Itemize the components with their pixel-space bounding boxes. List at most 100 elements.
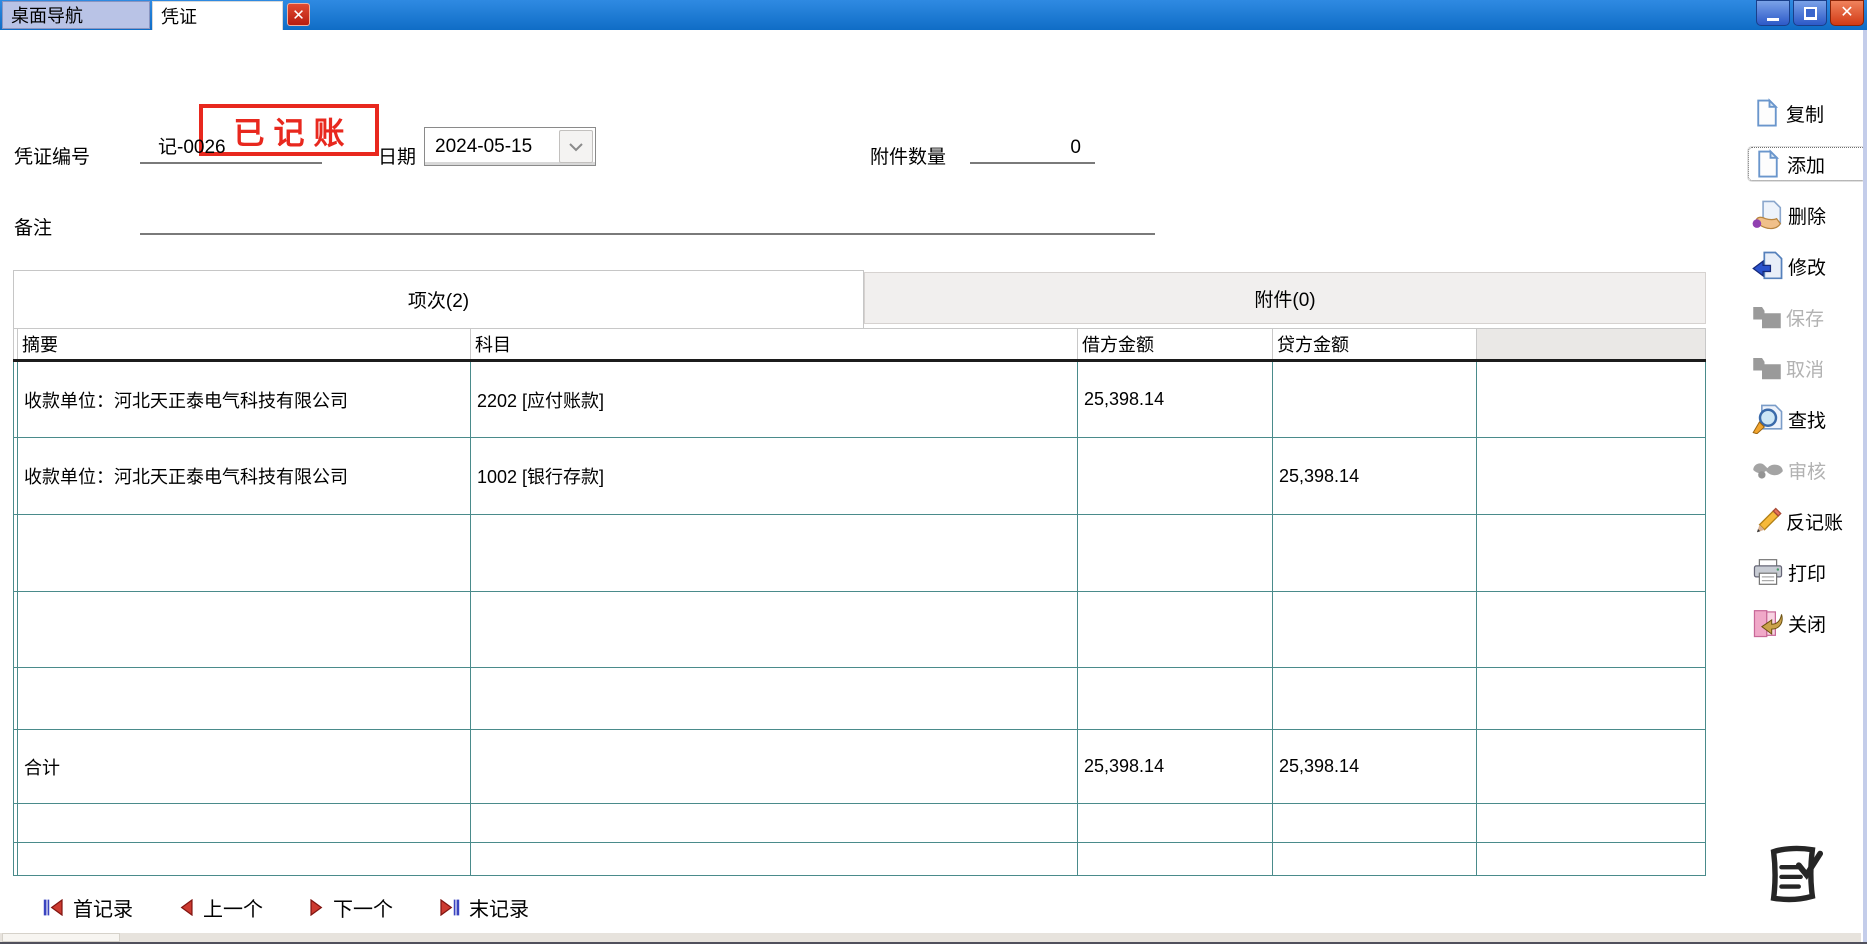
- audit-label: 审核: [1788, 457, 1826, 484]
- cell-credit[interactable]: [1273, 361, 1477, 438]
- save-folder-icon: [1752, 303, 1782, 331]
- cell-debit[interactable]: [1078, 438, 1273, 515]
- find-label: 查找: [1788, 406, 1826, 433]
- unpost-button[interactable]: 反记账: [1748, 504, 1866, 538]
- cell-debit[interactable]: 25,398.14: [1078, 361, 1273, 438]
- cell-account[interactable]: 2202 [应付账款]: [471, 361, 1078, 438]
- table-row: 收款单位：河北天正泰电气科技有限公司 1002 [银行存款] 25,398.14: [14, 438, 1706, 515]
- voucher-check-icon: [1762, 838, 1824, 913]
- table-row: [14, 515, 1706, 592]
- restore-button[interactable]: [1793, 0, 1827, 26]
- previous-record-label: 上一个: [203, 893, 263, 922]
- minimize-button[interactable]: [1756, 0, 1790, 26]
- restore-icon: [1804, 8, 1817, 19]
- voucher-no-value: 记-0026: [158, 132, 226, 159]
- titlebar: 桌面导航 凭证 ✕ ✕: [0, 0, 1867, 30]
- delete-hand-icon: [1752, 200, 1784, 230]
- delete-label: 删除: [1788, 202, 1826, 229]
- attachment-count-label: 附件数量: [870, 142, 946, 169]
- cell-summary[interactable]: 收款单位：河北天正泰电气科技有限公司: [18, 438, 471, 515]
- save-button: 保存: [1748, 300, 1866, 334]
- chevron-down-icon: [568, 142, 584, 152]
- header-debit: 借方金额: [1078, 329, 1273, 361]
- last-record-label: 末记录: [469, 893, 529, 922]
- first-record-button[interactable]: 首记录: [43, 893, 133, 922]
- total-debit: 25,398.14: [1078, 730, 1273, 804]
- tab-items[interactable]: 项次(2): [13, 270, 864, 328]
- cell-credit[interactable]: 25,398.14: [1273, 438, 1477, 515]
- save-label: 保存: [1786, 304, 1824, 331]
- total-label: 合计: [18, 730, 471, 804]
- date-combobox[interactable]: 2024-05-15: [424, 127, 596, 166]
- action-toolbar: 复制 添加 删除 修改: [1748, 96, 1866, 640]
- window-right-border: [1863, 30, 1867, 944]
- copy-label: 复制: [1786, 100, 1824, 127]
- delete-button[interactable]: 删除: [1748, 198, 1866, 232]
- minimize-icon: [1767, 18, 1779, 21]
- date-value: 2024-05-15: [425, 136, 559, 158]
- header-summary: 摘要: [18, 329, 471, 361]
- copy-button[interactable]: 复制: [1748, 96, 1866, 130]
- close-window-icon: ✕: [1840, 5, 1853, 21]
- tab-attachments[interactable]: 附件(0): [864, 272, 1706, 324]
- table-row: 收款单位：河北天正泰电气科技有限公司 2202 [应付账款] 25,398.14: [14, 361, 1706, 438]
- close-door-icon: [1752, 608, 1784, 638]
- previous-record-button[interactable]: 上一个: [179, 893, 263, 922]
- cell-summary[interactable]: 收款单位：河北天正泰电气科技有限公司: [18, 361, 471, 438]
- modify-button[interactable]: 修改: [1748, 249, 1866, 283]
- add-label: 添加: [1787, 151, 1825, 178]
- last-record-button[interactable]: 末记录: [439, 893, 529, 922]
- attachment-count-field[interactable]: 0: [970, 132, 1095, 164]
- remark-field[interactable]: [140, 203, 1155, 235]
- modify-arrow-icon: [1752, 251, 1784, 281]
- audit-hands-icon: [1752, 458, 1784, 482]
- modify-label: 修改: [1788, 253, 1826, 280]
- tab-desktop-nav[interactable]: 桌面导航: [2, 1, 150, 29]
- first-record-icon: [43, 899, 64, 916]
- find-button[interactable]: 查找: [1748, 402, 1866, 436]
- voucher-form: 已记账 凭证编号 记-0026 日期 2024-05-15 附件数量 0 备注: [0, 30, 1867, 944]
- print-icon: [1752, 558, 1784, 586]
- cancel-button: 取消: [1748, 351, 1866, 385]
- total-credit: 25,398.14: [1273, 730, 1477, 804]
- table-row: [14, 668, 1706, 730]
- add-document-icon: [1753, 149, 1783, 179]
- tab-attachments-label: 附件(0): [1254, 285, 1315, 312]
- previous-record-icon: [179, 899, 194, 916]
- voucher-no-field[interactable]: 记-0026: [140, 132, 322, 164]
- record-navigation: 首记录 上一个 下一个 末记录: [43, 893, 529, 922]
- add-button[interactable]: 添加: [1748, 147, 1866, 181]
- scrollbar-thumb[interactable]: [2, 933, 120, 942]
- last-record-icon: [439, 899, 460, 916]
- total-row: 合计 25,398.14 25,398.14: [14, 730, 1706, 804]
- window-controls: ✕: [1756, 0, 1864, 26]
- close-icon: ✕: [292, 6, 305, 24]
- entries-table: 摘要 科目 借方金额 贷方金额 收款单位：河北天正泰电气科技有限公司 2202 …: [13, 328, 1706, 876]
- header-credit: 贷方金额: [1273, 329, 1477, 361]
- first-record-label: 首记录: [73, 893, 133, 922]
- date-dropdown-button[interactable]: [559, 130, 593, 163]
- empty-row: [14, 843, 1706, 876]
- close-window-button[interactable]: ✕: [1830, 0, 1864, 26]
- header-account: 科目: [471, 329, 1078, 361]
- attachment-count-value: 0: [1070, 137, 1081, 159]
- cell-account[interactable]: 1002 [银行存款]: [471, 438, 1078, 515]
- print-label: 打印: [1788, 559, 1826, 586]
- tab-desktop-nav-label: 桌面导航: [11, 2, 83, 28]
- cancel-folder-icon: [1752, 354, 1782, 382]
- voucher-no-label: 凭证编号: [14, 142, 90, 169]
- date-label: 日期: [378, 142, 416, 169]
- tab-close-button[interactable]: ✕: [287, 3, 310, 26]
- remark-label: 备注: [14, 213, 52, 240]
- close-form-button[interactable]: 关闭: [1748, 606, 1866, 640]
- close-form-label: 关闭: [1788, 610, 1826, 637]
- tab-voucher-label: 凭证: [161, 3, 197, 29]
- unpost-pencil-icon: [1752, 507, 1782, 535]
- next-record-button[interactable]: 下一个: [309, 893, 393, 922]
- table-header-row: 摘要 科目 借方金额 贷方金额: [14, 329, 1706, 361]
- print-button[interactable]: 打印: [1748, 555, 1866, 589]
- header-blank: [1477, 329, 1706, 361]
- tab-voucher[interactable]: 凭证: [152, 1, 283, 30]
- horizontal-scrollbar[interactable]: [0, 933, 1861, 942]
- copy-document-icon: [1752, 98, 1782, 128]
